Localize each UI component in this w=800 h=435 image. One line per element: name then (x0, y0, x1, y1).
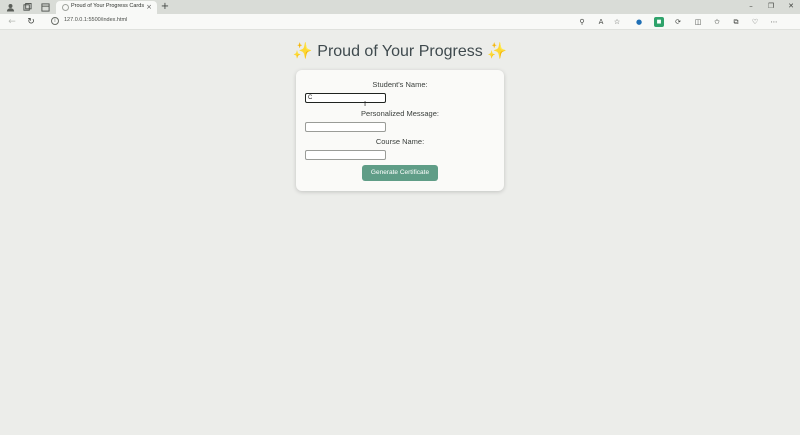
tab-actions-icon[interactable] (40, 2, 50, 12)
url-field[interactable]: 127.0.0.1:5500/index.html (64, 17, 127, 23)
copilot-icon[interactable]: ● (634, 17, 644, 27)
certificate-form: Student's Name: C I Personalized Message… (296, 70, 504, 191)
refresh-icon[interactable]: ↻ (25, 16, 37, 28)
read-aloud-icon[interactable]: A (596, 17, 606, 27)
favorites-icon[interactable]: ✩ (712, 17, 722, 27)
browser-essentials-icon[interactable]: ♡ (750, 17, 760, 27)
sync-icon[interactable]: ⟳ (673, 17, 683, 27)
close-window-button[interactable]: ✕ (785, 2, 797, 10)
page-content: ✨ Proud of Your Progress ✨ Student's Nam… (0, 31, 800, 435)
zoom-icon[interactable]: ⚲ (577, 17, 587, 27)
profile-icon[interactable] (5, 2, 15, 12)
browser-tab[interactable]: Proud of Your Progress Cards × (56, 1, 157, 14)
message-label: Personalized Message: (361, 109, 439, 118)
tab-strip: Proud of Your Progress Cards × + – ❐ ✕ (0, 0, 800, 14)
extension-icon[interactable]: ■ (654, 17, 664, 27)
minimize-button[interactable]: – (745, 2, 757, 10)
tab-favicon-icon (62, 4, 69, 11)
student-name-label: Student's Name: (372, 80, 428, 89)
page-title: ✨ Proud of Your Progress ✨ (292, 43, 508, 60)
new-tab-button[interactable]: + (160, 1, 170, 13)
generate-certificate-button[interactable]: Generate Certificate (362, 165, 438, 181)
course-name-input[interactable] (305, 150, 386, 160)
tab-title: Proud of Your Progress Cards (71, 3, 145, 9)
text-cursor-icon: I (364, 100, 367, 108)
back-icon[interactable]: ← (6, 16, 18, 28)
collections-bar-icon[interactable]: ⧉ (731, 17, 741, 27)
more-icon[interactable]: ⋯ (769, 17, 779, 27)
info-icon[interactable]: i (51, 17, 59, 25)
collections-icon[interactable] (22, 2, 32, 12)
maximize-button[interactable]: ❐ (765, 2, 777, 10)
split-screen-icon[interactable]: ◫ (693, 17, 703, 27)
student-name-input[interactable]: C (305, 93, 386, 103)
favorite-icon[interactable]: ☆ (612, 17, 622, 27)
message-input[interactable] (305, 122, 386, 132)
course-name-label: Course Name: (375, 137, 425, 146)
tab-close-icon[interactable]: × (146, 3, 152, 11)
address-bar: ← ↻ i 127.0.0.1:5500/index.html ⚲ A ☆ ● … (0, 14, 800, 30)
